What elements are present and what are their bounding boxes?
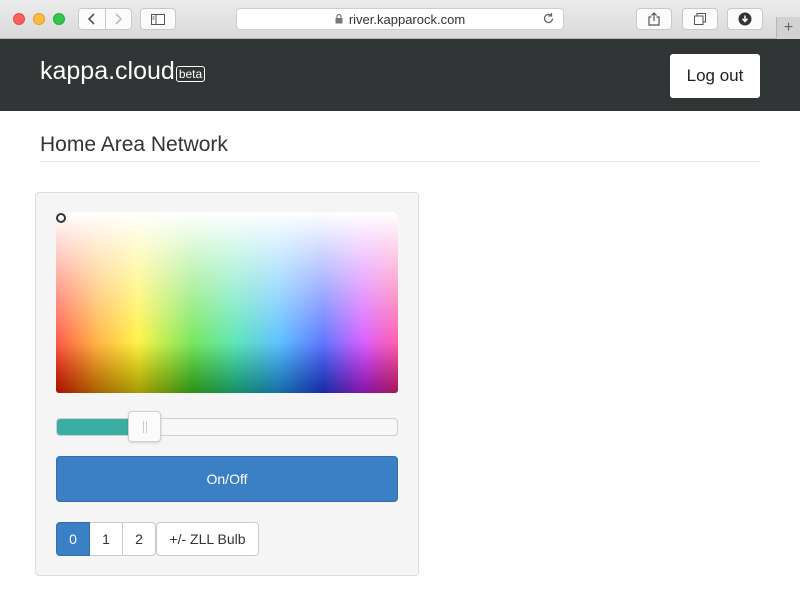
share-icon bbox=[648, 12, 660, 26]
tabs-icon bbox=[694, 13, 706, 25]
device-button-0[interactable]: 0 bbox=[56, 522, 90, 556]
brand-name: kappa.cloud bbox=[40, 57, 175, 85]
add-remove-zll-bulb-button[interactable]: +/- ZLL Bulb bbox=[156, 522, 259, 556]
chevron-right-icon bbox=[115, 13, 123, 25]
color-picker-handle[interactable] bbox=[56, 213, 66, 223]
download-icon bbox=[738, 12, 752, 26]
forward-button[interactable] bbox=[104, 9, 132, 29]
address-bar[interactable]: river.kapparock.com bbox=[236, 8, 564, 30]
color-picker[interactable] bbox=[56, 212, 398, 393]
brand-logo[interactable]: kappa.cloud beta bbox=[40, 56, 206, 86]
device-selector: 0 1 2 +/- ZLL Bulb bbox=[56, 522, 259, 556]
grip-icon bbox=[142, 420, 147, 433]
sidebar-button[interactable] bbox=[140, 8, 176, 30]
lock-icon bbox=[335, 14, 343, 24]
browser-toolbar: river.kapparock.com + bbox=[0, 0, 800, 39]
device-button-1[interactable]: 1 bbox=[89, 522, 123, 556]
tabs-overview-button[interactable] bbox=[682, 8, 718, 30]
minimize-window-button[interactable] bbox=[33, 13, 45, 25]
sidebar-icon bbox=[151, 13, 165, 25]
history-nav bbox=[78, 8, 132, 30]
downloads-button[interactable] bbox=[727, 8, 763, 30]
address-text: river.kapparock.com bbox=[348, 11, 466, 27]
brightness-slider[interactable] bbox=[56, 418, 398, 436]
share-button[interactable] bbox=[636, 8, 672, 30]
reload-icon[interactable] bbox=[542, 12, 555, 25]
on-off-button[interactable]: On/Off bbox=[56, 456, 398, 502]
back-button[interactable] bbox=[79, 9, 105, 29]
new-tab-button[interactable]: + bbox=[776, 17, 800, 39]
title-divider bbox=[40, 161, 760, 162]
brightness-slider-thumb[interactable] bbox=[128, 411, 161, 442]
plus-icon: + bbox=[783, 19, 794, 36]
zoom-window-button[interactable] bbox=[53, 13, 65, 25]
beta-badge: beta bbox=[175, 66, 206, 82]
device-button-2[interactable]: 2 bbox=[122, 522, 156, 556]
chevron-left-icon bbox=[87, 13, 95, 25]
close-window-button[interactable] bbox=[13, 13, 25, 25]
logout-button[interactable]: Log out bbox=[670, 54, 760, 98]
page-title: Home Area Network bbox=[40, 133, 228, 156]
